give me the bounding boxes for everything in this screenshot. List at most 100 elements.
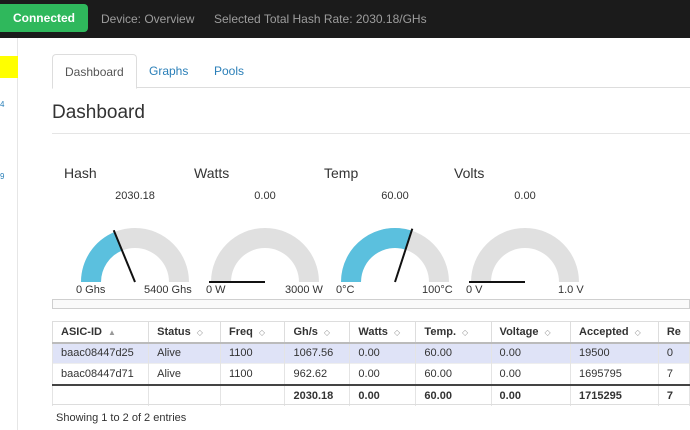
cell-rejected: 7 (657, 363, 690, 385)
tab-bar: Dashboard Graphs Pools (52, 54, 690, 89)
gauge-max-label: 5400 Ghs (144, 284, 192, 296)
sort-icon: ◇ (544, 327, 551, 337)
gauge-watts-label: Watts (194, 165, 230, 181)
cell-voltage: 0.00 (490, 342, 572, 364)
cell-status: Alive (148, 363, 221, 385)
gauge-min-label: 0 Ghs (76, 284, 106, 296)
total-voltage: 0.00 (490, 383, 572, 406)
total-rejected: 7 (657, 383, 690, 406)
total-hashrate-label: Selected Total Hash Rate: 2030.18/GHs (214, 12, 427, 26)
table-footer-divider (52, 404, 690, 405)
total-ghs: 2030.18 (284, 383, 351, 406)
cell-freq: 1100 (219, 363, 286, 385)
header-label: Freq (228, 325, 253, 338)
header-label: Watts (358, 325, 388, 338)
sort-icon: ◇ (196, 327, 203, 337)
column-header-asic-id[interactable]: ASIC-ID ▲ (51, 321, 150, 344)
sidebar-highlight[interactable] (0, 56, 18, 78)
gauge-hash-label: Hash (64, 165, 97, 181)
top-navbar: Connected Device: Overview Selected Tota… (0, 0, 690, 38)
gauge-track (471, 228, 579, 282)
gauge-max-label: 1.0 V (558, 284, 584, 296)
gauge-volts: 0.00 0 V 1.0 V (460, 190, 590, 300)
gauge-value: 60.00 (381, 190, 409, 202)
tab-dashboard[interactable]: Dashboard (52, 54, 137, 89)
cell-voltage: 0.00 (490, 363, 572, 385)
sort-icon: ◇ (462, 327, 469, 337)
gauge-value: 0.00 (514, 190, 536, 202)
cell-accepted: 19500 (570, 342, 659, 364)
gauge-value: 0.00 (254, 190, 276, 202)
page-title: Dashboard (52, 102, 145, 123)
header-label: Temp. (424, 325, 456, 338)
table-header-row: ASIC-ID ▲ Status ◇ Freq ◇ Gh/s ◇ Watts ◇ Temp… (51, 321, 690, 344)
total-watts: 0.00 (349, 383, 417, 406)
gauge-value: 2030.18 (115, 190, 155, 202)
cell-temp: 60.00 (415, 363, 492, 385)
gauge-dial (341, 228, 449, 283)
horizontal-scrollbar[interactable] (52, 299, 690, 309)
cell-accepted: 1695795 (570, 363, 659, 385)
cell-status: Alive (148, 342, 221, 364)
gauge-volts-label: Volts (454, 165, 485, 181)
table-row[interactable]: baac08447d71 Alive 1100 962.62 0.00 60.0… (51, 363, 690, 385)
sort-asc-icon: ▲ (107, 327, 116, 337)
sidebar-item-count[interactable]: 4 (0, 100, 4, 109)
device-label[interactable]: Device: Overview (101, 0, 194, 38)
table-row[interactable]: baac08447d25 Alive 1100 1067.56 0.00 60.… (51, 342, 690, 364)
gauge-max-label: 100°C (422, 284, 453, 296)
table-info: Showing 1 to 2 of 2 entries (56, 412, 187, 424)
gauge-dial (469, 228, 579, 283)
column-header-watts[interactable]: Watts ◇ (349, 321, 417, 344)
cell-watts: 0.00 (349, 342, 417, 364)
column-header-voltage[interactable]: Voltage ◇ (490, 321, 572, 344)
total-cell (148, 383, 221, 406)
cell-watts: 0.00 (349, 363, 417, 385)
tab-pools[interactable]: Pools (202, 54, 256, 88)
gauge-min-label: 0°C (336, 284, 355, 296)
total-cell (219, 383, 286, 406)
gauge-fill (341, 228, 412, 282)
cell-asic-id: baac08447d71 (51, 363, 150, 385)
sidebar: 4 9 (0, 38, 18, 430)
cell-ghs: 1067.56 (284, 342, 351, 364)
column-header-temp[interactable]: Temp. ◇ (415, 321, 492, 344)
title-divider (52, 133, 690, 134)
column-header-status[interactable]: Status ◇ (148, 321, 221, 344)
gauge-min-label: 0 W (206, 284, 226, 296)
connection-status-badge[interactable]: Connected (0, 4, 88, 32)
header-label: Re (666, 325, 681, 338)
total-accepted: 1715295 (570, 383, 659, 406)
gauge-track (211, 228, 319, 282)
gauge-dial (209, 228, 319, 283)
gauge-max-label: 3000 W (285, 284, 323, 296)
sort-icon: ◇ (634, 327, 641, 337)
header-label: ASIC-ID (61, 325, 102, 338)
column-header-ghs[interactable]: Gh/s ◇ (284, 321, 351, 344)
cell-asic-id: baac08447d25 (51, 342, 150, 364)
column-header-rejected[interactable]: Re (657, 321, 690, 344)
sort-icon: ◇ (393, 327, 401, 337)
gauge-watts: 0.00 0 W 3000 W (200, 190, 330, 300)
gauge-fill (81, 232, 123, 282)
gauge-min-label: 0 V (466, 284, 483, 296)
header-label: Voltage (499, 325, 539, 338)
header-label: Gh/s (293, 325, 318, 338)
header-label: Status (157, 325, 191, 338)
header-label: Accepted (579, 325, 629, 338)
cell-freq: 1100 (219, 342, 286, 364)
column-header-freq[interactable]: Freq ◇ (219, 321, 286, 344)
tab-graphs[interactable]: Graphs (137, 54, 200, 88)
cell-rejected: 0 (657, 342, 690, 364)
cell-ghs: 962.62 (284, 363, 351, 385)
column-header-accepted[interactable]: Accepted ◇ (570, 321, 659, 344)
gauge-temp-label: Temp (324, 165, 359, 181)
sort-icon: ◇ (323, 327, 331, 337)
gauge-temp: 60.00 0°C 100°C (330, 190, 460, 300)
sort-icon: ◇ (258, 327, 265, 337)
asic-table: ASIC-ID ▲ Status ◇ Freq ◇ Gh/s ◇ Watts ◇ Temp… (51, 321, 690, 406)
total-cell (51, 383, 150, 406)
table-totals-row: 2030.18 0.00 60.00 0.00 1715295 7 (51, 383, 690, 406)
gauge-hash: 2030.18 0 Ghs 5400 Ghs (70, 190, 200, 300)
sidebar-item-count[interactable]: 9 (0, 172, 4, 181)
